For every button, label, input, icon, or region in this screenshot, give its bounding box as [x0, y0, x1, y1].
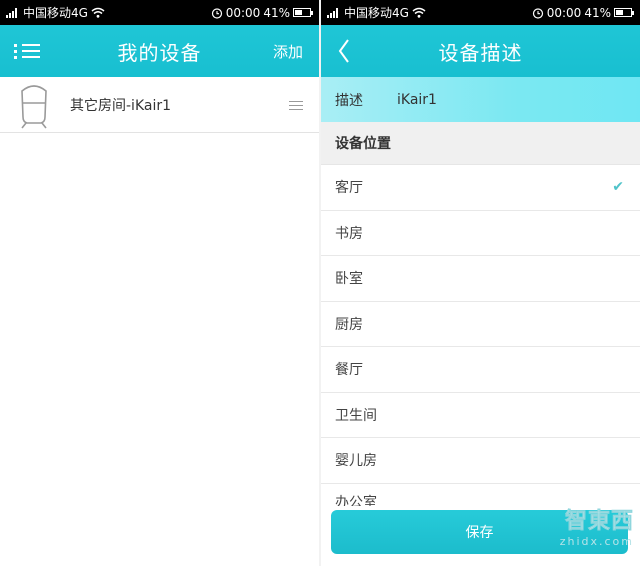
add-device-button[interactable]: 添加 — [273, 41, 303, 62]
location-label: 婴儿房 — [335, 453, 377, 470]
battery-icon — [293, 8, 313, 17]
device-description-screen: 中国移动4G 00:00 41% 设备描述 描述 iKair1 设备位置 客厅 … — [321, 0, 640, 566]
battery-percent: 41% — [263, 5, 290, 20]
location-label: 厨房 — [335, 316, 363, 333]
location-item-dining-room[interactable]: 餐厅 — [321, 347, 640, 393]
signal-icon — [327, 7, 338, 18]
location-item-living-room[interactable]: 客厅 ✔ — [321, 165, 640, 211]
robot-icon — [21, 84, 47, 128]
drag-handle-icon[interactable] — [287, 98, 305, 112]
description-value: iKair1 — [397, 91, 437, 108]
location-item-office[interactable]: 办公室 — [321, 483, 640, 506]
wifi-icon — [412, 7, 426, 18]
location-item-kitchen[interactable]: 厨房 — [321, 301, 640, 347]
location-item-bathroom[interactable]: 卫生间 — [321, 392, 640, 438]
clock-label: 00:00 — [546, 5, 582, 20]
location-list: 客厅 ✔ 书房 卧室 厨房 餐厅 卫生间 婴儿房 办公室 — [321, 165, 640, 506]
status-bar: 中国移动4G 00:00 41% — [321, 0, 640, 25]
location-item-nursery[interactable]: 婴儿房 — [321, 438, 640, 484]
checkmark-icon: ✔ — [612, 179, 624, 196]
signal-icon — [6, 7, 17, 18]
app-header: 设备描述 — [321, 25, 640, 77]
battery-percent: 41% — [584, 5, 611, 20]
alarm-icon — [532, 7, 543, 19]
location-section-header: 设备位置 — [321, 122, 640, 165]
page-title: 设备描述 — [438, 40, 523, 65]
save-button[interactable]: 保存 — [331, 510, 628, 554]
location-item-bedroom[interactable]: 卧室 — [321, 256, 640, 302]
alarm-icon — [211, 7, 222, 19]
wifi-icon — [91, 7, 105, 18]
location-label: 客厅 — [335, 180, 363, 197]
location-label: 办公室 — [335, 494, 377, 506]
location-label: 卧室 — [335, 271, 363, 288]
app-header: 我的设备 添加 — [0, 25, 319, 77]
location-item-study[interactable]: 书房 — [321, 210, 640, 256]
carrier-label: 中国移动4G — [23, 6, 88, 20]
chevron-left-icon[interactable] — [335, 36, 355, 66]
location-label: 书房 — [335, 225, 363, 242]
clock-label: 00:00 — [225, 5, 261, 20]
device-name: 其它房间-iKair1 — [70, 97, 172, 114]
device-list-item[interactable]: 其它房间-iKair1 — [0, 77, 319, 133]
my-devices-screen: 中国移动4G 00:00 41% 我的设备 添加 其它房间-iKair1 — [0, 0, 319, 566]
description-label: 描述 — [335, 92, 363, 109]
description-field[interactable]: 描述 iKair1 — [321, 77, 640, 122]
battery-icon — [614, 8, 634, 17]
menu-icon[interactable] — [14, 39, 44, 63]
status-bar: 中国移动4G 00:00 41% — [0, 0, 319, 25]
location-label: 卫生间 — [335, 407, 377, 424]
carrier-label: 中国移动4G — [344, 6, 409, 20]
location-label: 餐厅 — [335, 362, 363, 379]
page-title: 我的设备 — [117, 40, 202, 65]
